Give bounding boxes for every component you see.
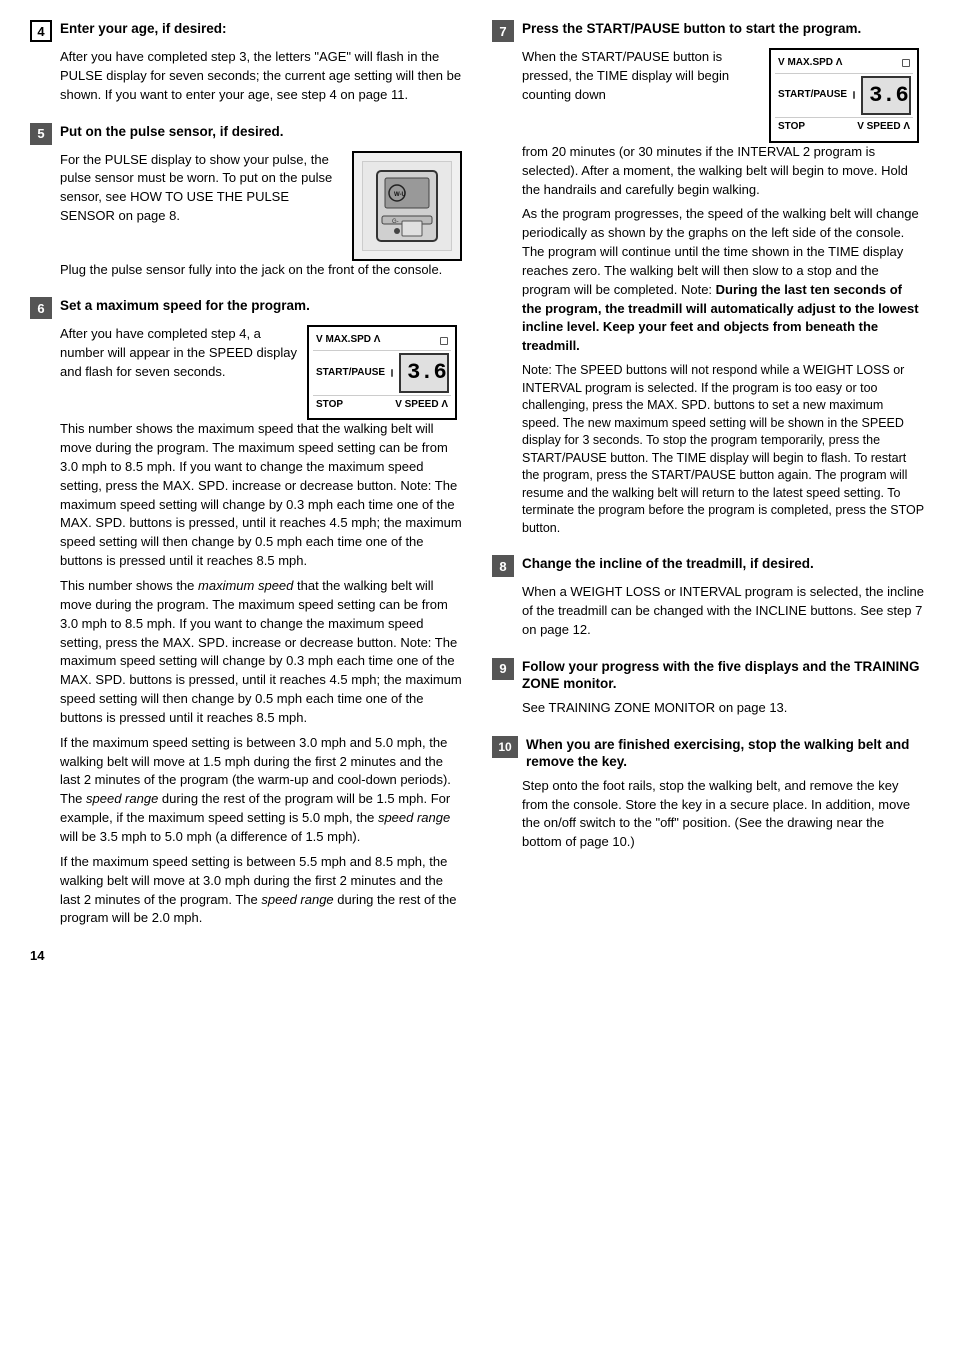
- step-4-text1: After you have completed step 3, the let…: [60, 48, 462, 105]
- step-8-number: 8: [492, 555, 514, 577]
- stop-label-7: STOP: [778, 120, 805, 135]
- maxspd-label-6: V MAX.SPD Λ: [316, 333, 380, 348]
- console-display-7: V MAX.SPD Λ START/PAUSE 3.6 STOP V SPEED…: [769, 48, 919, 143]
- indicator-6a: [440, 337, 448, 345]
- step-4-body: After you have completed step 3, the let…: [60, 48, 462, 105]
- step-7-text-area: When the START/PAUSE button is pressed, …: [522, 48, 759, 111]
- right-column: 7 Press the START/PAUSE button to start …: [492, 20, 924, 963]
- step-5-text2: Plug the pulse sensor fully into the jac…: [60, 261, 462, 280]
- step-10-title: When you are finished exercising, stop t…: [526, 736, 924, 771]
- step-8-block: 8 Change the incline of the treadmill, i…: [492, 555, 924, 640]
- step-4-title: Enter your age, if desired:: [60, 20, 227, 38]
- svg-text:G-: G-: [392, 219, 399, 225]
- step-6-body: After you have completed step 4, a numbe…: [60, 325, 462, 928]
- startpause-row-7: START/PAUSE 3.6: [775, 74, 913, 119]
- maxspd-row-7: V MAX.SPD Λ: [775, 54, 913, 74]
- step-9-title: Follow your progress with the five displ…: [522, 658, 924, 693]
- sensor-svg: W-U G-: [367, 166, 447, 246]
- step-7-text1: When the START/PAUSE button is pressed, …: [522, 48, 759, 105]
- step-5-number: 5: [30, 123, 52, 145]
- step-5-block: 5 Put on the pulse sensor, if desired. F…: [30, 123, 462, 280]
- step-7-header: 7 Press the START/PAUSE button to start …: [492, 20, 924, 42]
- step-5-text1: For the PULSE display to show your pulse…: [60, 151, 342, 226]
- indicator-7b: [853, 91, 855, 99]
- step-5-content: For the PULSE display to show your pulse…: [60, 151, 462, 261]
- step-10-block: 10 When you are finished exercising, sto…: [492, 736, 924, 852]
- stop-label-6: STOP: [316, 398, 343, 413]
- step-7-text4: Note: The SPEED buttons will not respond…: [522, 362, 924, 537]
- speed-display-7: 3.6: [861, 76, 911, 116]
- svg-text:W-U: W-U: [394, 192, 406, 198]
- speed-label-6: V SPEED Λ: [395, 398, 448, 413]
- step-9-body: See TRAINING ZONE MONITOR on page 13.: [522, 699, 924, 718]
- step-7-content: When the START/PAUSE button is pressed, …: [522, 48, 924, 143]
- step-8-body: When a WEIGHT LOSS or INTERVAL program i…: [522, 583, 924, 640]
- step-10-header: 10 When you are finished exercising, sto…: [492, 736, 924, 771]
- step-8-text1: When a WEIGHT LOSS or INTERVAL program i…: [522, 583, 924, 640]
- step-6-number: 6: [30, 297, 52, 319]
- step-7-console: V MAX.SPD Λ START/PAUSE 3.6 STOP V SPEED…: [769, 48, 924, 143]
- step-6-text-area: After you have completed step 4, a numbe…: [60, 325, 297, 388]
- step-9-number: 9: [492, 658, 514, 680]
- stop-speed-row-6: STOP V SPEED Λ: [313, 396, 451, 415]
- pulse-sensor-image: W-U G-: [352, 151, 462, 261]
- left-column: 4 Enter your age, if desired: After you …: [30, 20, 462, 963]
- step-4-block: 4 Enter your age, if desired: After you …: [30, 20, 462, 105]
- step-7-title: Press the START/PAUSE button to start th…: [522, 20, 861, 38]
- step-6-title: Set a maximum speed for the program.: [60, 297, 310, 315]
- step-5-header: 5 Put on the pulse sensor, if desired.: [30, 123, 462, 145]
- step-6-header: 6 Set a maximum speed for the program.: [30, 297, 462, 319]
- page-number: 14: [30, 948, 462, 963]
- step-8-header: 8 Change the incline of the treadmill, i…: [492, 555, 924, 577]
- step-9-block: 9 Follow your progress with the five dis…: [492, 658, 924, 718]
- startpause-label-7: START/PAUSE: [778, 88, 847, 103]
- step-6-text4: If the maximum speed setting is between …: [60, 734, 462, 847]
- step-5-body: For the PULSE display to show your pulse…: [60, 151, 462, 280]
- step-4-number: 4: [30, 20, 52, 42]
- maxspd-row-6: V MAX.SPD Λ: [313, 331, 451, 351]
- step-10-number: 10: [492, 736, 518, 758]
- console-display-6: V MAX.SPD Λ START/PAUSE 3.6 STOP V SPEED…: [307, 325, 457, 420]
- step-4-header: 4 Enter your age, if desired:: [30, 20, 462, 42]
- sensor-icon: W-U G-: [362, 161, 452, 251]
- speed-display-6: 3.6: [399, 353, 449, 393]
- step-7-text2: from 20 minutes (or 30 minutes if the IN…: [522, 143, 924, 200]
- step-10-text1: Step onto the foot rails, stop the walki…: [522, 777, 924, 852]
- step-9-header: 9 Follow your progress with the five dis…: [492, 658, 924, 693]
- stop-speed-row-7: STOP V SPEED Λ: [775, 118, 913, 137]
- step-6-content: After you have completed step 4, a numbe…: [60, 325, 462, 420]
- step-8-title: Change the incline of the treadmill, if …: [522, 555, 814, 573]
- startpause-label-6: START/PAUSE: [316, 366, 385, 381]
- indicator-6b: [391, 369, 393, 377]
- step-7-text3: As the program progresses, the speed of …: [522, 205, 924, 356]
- step-6-text2: This number shows the maximum speed that…: [60, 420, 462, 571]
- speed-label-7: V SPEED Λ: [857, 120, 910, 135]
- step-6-console: V MAX.SPD Λ START/PAUSE 3.6 STOP V SPEED…: [307, 325, 462, 420]
- step-10-body: Step onto the foot rails, stop the walki…: [522, 777, 924, 852]
- step-7-number: 7: [492, 20, 514, 42]
- startpause-row-6: START/PAUSE 3.6: [313, 351, 451, 396]
- step-6-text5: If the maximum speed setting is between …: [60, 853, 462, 928]
- step-6-text3: This number shows the maximum speed that…: [60, 577, 462, 728]
- maxspd-label-7: V MAX.SPD Λ: [778, 56, 842, 71]
- step-7-block: 7 Press the START/PAUSE button to start …: [492, 20, 924, 537]
- step-5-text-area: For the PULSE display to show your pulse…: [60, 151, 342, 232]
- step-7-body: When the START/PAUSE button is pressed, …: [522, 48, 924, 537]
- step-5-title: Put on the pulse sensor, if desired.: [60, 123, 284, 141]
- page-container: 4 Enter your age, if desired: After you …: [30, 20, 924, 963]
- step-6-block: 6 Set a maximum speed for the program. A…: [30, 297, 462, 928]
- step-9-text1: See TRAINING ZONE MONITOR on page 13.: [522, 699, 924, 718]
- step-6-text1: After you have completed step 4, a numbe…: [60, 325, 297, 382]
- indicator-7a: [902, 59, 910, 67]
